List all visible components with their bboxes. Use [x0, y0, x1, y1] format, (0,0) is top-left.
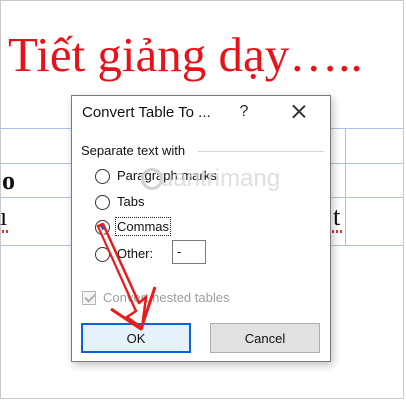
table-gridline — [0, 245, 71, 246]
table-gridline — [331, 163, 404, 164]
convert-table-dialog: Convert Table To ... ? Separate text wit… — [71, 95, 331, 362]
radio-button[interactable] — [95, 169, 110, 184]
other-separator-input[interactable]: - — [172, 240, 206, 264]
table-gridline — [331, 245, 404, 246]
table-gridline — [331, 128, 404, 129]
table-gridline — [331, 197, 404, 198]
radio-label: Commas — [114, 217, 172, 236]
checkbox — [82, 291, 96, 305]
radio-label: Other: — [117, 246, 154, 261]
spellcheck-underline — [332, 230, 342, 233]
document-title: Tiết giảng dạy….. — [8, 27, 363, 82]
radio-label: Tabs — [117, 194, 145, 209]
table-cell-text: t — [333, 202, 341, 231]
watermark: uantrimang — [160, 165, 281, 192]
radio-button[interactable] — [95, 195, 110, 210]
dialog-title: Convert Table To ... — [82, 104, 211, 121]
table-gridline — [0, 163, 71, 164]
table-cell-text: o — [2, 166, 15, 195]
section-divider — [198, 151, 324, 152]
ok-button[interactable]: OK — [81, 323, 191, 353]
radio-button-selected[interactable] — [95, 220, 110, 235]
table-gridline — [0, 128, 71, 129]
separate-text-label: Separate text with — [81, 143, 186, 158]
checkbox-label: Convert nested tables — [103, 290, 230, 305]
spellcheck-underline — [2, 230, 10, 233]
help-button[interactable]: ? — [236, 103, 252, 121]
close-icon[interactable] — [288, 101, 310, 123]
radio-button[interactable] — [95, 247, 110, 262]
table-gridline — [345, 128, 346, 245]
table-gridline — [0, 197, 71, 198]
table-cell-text: ı — [0, 202, 8, 231]
cancel-button[interactable]: Cancel — [210, 323, 320, 353]
